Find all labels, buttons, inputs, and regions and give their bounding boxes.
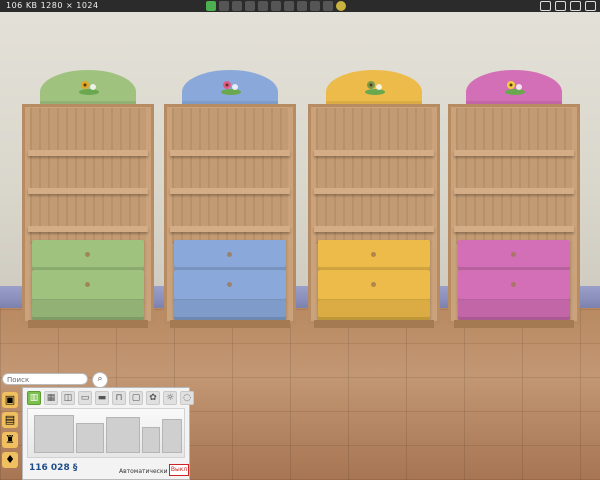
mode-label: Автоматически bbox=[119, 468, 168, 475]
bookcase-back-panel bbox=[172, 108, 288, 244]
image-info: 106 KB 1280 × 1024 bbox=[6, 1, 99, 10]
bookcase-plinth bbox=[314, 320, 434, 328]
search-icon[interactable]: ⌕ bbox=[92, 372, 108, 388]
bookcase-crown bbox=[40, 70, 136, 104]
drawer bbox=[318, 240, 430, 270]
drawer bbox=[318, 300, 430, 320]
drawer bbox=[458, 270, 570, 302]
tab-kitchen[interactable]: ▦ bbox=[44, 391, 58, 405]
tab-appliances[interactable]: ▢ bbox=[129, 391, 143, 405]
chair-icon[interactable]: ♜ bbox=[2, 432, 18, 448]
shelf-board bbox=[314, 150, 434, 156]
exit-button[interactable]: Выкл bbox=[169, 464, 189, 476]
gallery-icon[interactable] bbox=[540, 1, 551, 11]
drawer bbox=[174, 300, 286, 320]
options-icon[interactable] bbox=[585, 1, 596, 11]
drawer-knob bbox=[371, 282, 376, 287]
undo-icon[interactable] bbox=[258, 1, 268, 11]
level-up-icon[interactable] bbox=[284, 1, 294, 11]
shelf-board bbox=[454, 226, 574, 232]
level-down-icon[interactable] bbox=[297, 1, 307, 11]
viewer-topbar: 106 KB 1280 × 1024 bbox=[0, 0, 600, 12]
catalog-sidebar: ▣ ▤ ♜ ♦ bbox=[2, 392, 22, 472]
drawer-knob bbox=[371, 252, 376, 257]
drawer bbox=[174, 240, 286, 270]
sledgehammer-icon[interactable] bbox=[232, 1, 242, 11]
drawer-knob bbox=[85, 282, 90, 287]
shelf-board bbox=[28, 188, 148, 194]
lamp-icon[interactable]: ♦ bbox=[2, 452, 18, 468]
bookcase-yellow[interactable] bbox=[308, 70, 440, 328]
drawer-knob bbox=[511, 252, 516, 257]
bookcase-back-panel bbox=[30, 108, 146, 244]
flower-decal-icon bbox=[78, 78, 100, 96]
tab-plumbing[interactable]: ◌ bbox=[180, 391, 194, 405]
shelf-board bbox=[314, 226, 434, 232]
drawer-knob bbox=[511, 282, 516, 287]
game-options bbox=[540, 0, 596, 11]
shelf-board bbox=[170, 226, 290, 232]
bookcase-crown bbox=[326, 70, 422, 104]
shelf-board bbox=[28, 226, 148, 232]
flower-decal-icon bbox=[364, 78, 386, 96]
drawer bbox=[32, 270, 144, 302]
tab-bookcases[interactable]: ▥ bbox=[27, 391, 41, 405]
tab-lighting[interactable]: ☼ bbox=[163, 391, 177, 405]
design-tool-icon[interactable] bbox=[245, 1, 255, 11]
grab-tool-icon[interactable] bbox=[206, 1, 216, 11]
tab-tables[interactable]: ▬ bbox=[95, 391, 109, 405]
bookcase-green[interactable] bbox=[22, 70, 154, 328]
room-preview[interactable] bbox=[27, 408, 185, 458]
drawer bbox=[32, 240, 144, 270]
storage-icon[interactable]: ▤ bbox=[2, 412, 18, 428]
tab-bed[interactable]: ▭ bbox=[78, 391, 92, 405]
shelf-board bbox=[170, 150, 290, 156]
shelf-board bbox=[454, 188, 574, 194]
build-toolbar bbox=[206, 0, 346, 12]
bookcase-plinth bbox=[454, 320, 574, 328]
room-icon[interactable]: ▣ bbox=[2, 392, 18, 408]
shelf-board bbox=[28, 150, 148, 156]
bookcase-pink[interactable] bbox=[448, 70, 580, 328]
search-input[interactable]: Поиск bbox=[2, 373, 88, 385]
category-tabs: ▥ ▦ ◫ ▭ ▬ ⊓ ▢ ✿ ☼ ◌ bbox=[27, 391, 194, 405]
tab-bath[interactable]: ◫ bbox=[61, 391, 75, 405]
lighting-icon[interactable] bbox=[336, 1, 346, 11]
drawer-knob bbox=[227, 252, 232, 257]
drawer-knob bbox=[227, 282, 232, 287]
drawer bbox=[458, 240, 570, 270]
redo-icon[interactable] bbox=[271, 1, 281, 11]
household-funds: 116 028 § bbox=[29, 463, 78, 473]
drawer bbox=[174, 270, 286, 302]
bookcase-plinth bbox=[170, 320, 290, 328]
shelf-board bbox=[170, 188, 290, 194]
drawer-knob bbox=[85, 252, 90, 257]
walls-up-icon[interactable] bbox=[310, 1, 320, 11]
camera-icon[interactable] bbox=[570, 1, 581, 11]
flower-decal-icon bbox=[220, 78, 242, 96]
tab-decor[interactable]: ✿ bbox=[146, 391, 160, 405]
bookcase-back-panel bbox=[316, 108, 432, 244]
bookcase-back-panel bbox=[456, 108, 572, 244]
drawer bbox=[32, 300, 144, 320]
shelf-board bbox=[454, 150, 574, 156]
eyedropper-icon[interactable] bbox=[219, 1, 229, 11]
bookcase-crown bbox=[182, 70, 278, 104]
drawer bbox=[458, 300, 570, 320]
household-icon[interactable] bbox=[555, 1, 566, 11]
tab-seating[interactable]: ⊓ bbox=[112, 391, 126, 405]
flower-decal-icon bbox=[504, 78, 526, 96]
bookcase-crown bbox=[466, 70, 562, 104]
walls-down-icon[interactable] bbox=[323, 1, 333, 11]
build-catalog: ▥ ▦ ◫ ▭ ▬ ⊓ ▢ ✿ ☼ ◌ 116 028 § Автоматиче… bbox=[22, 387, 194, 480]
drawer bbox=[318, 270, 430, 302]
shelf-board bbox=[314, 188, 434, 194]
bookcase-blue[interactable] bbox=[164, 70, 296, 328]
bookcase-plinth bbox=[28, 320, 148, 328]
